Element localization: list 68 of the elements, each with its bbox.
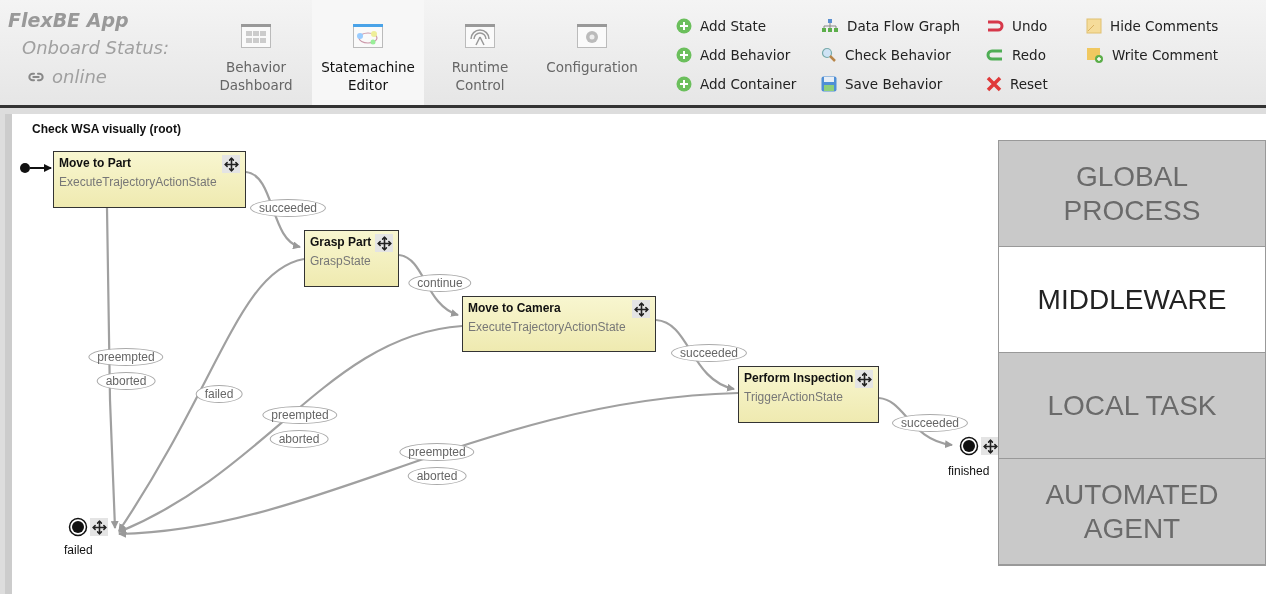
state-node[interactable]: Grasp Part GraspState — [304, 230, 399, 287]
state-class: ExecuteTrajectoryActionState — [59, 174, 218, 190]
toolbar-action[interactable]: Redo — [986, 45, 1086, 65]
transition-label[interactable]: preempted — [262, 406, 338, 424]
toolbar-action[interactable]: Undo — [986, 16, 1086, 36]
app-title: FlexBE App — [8, 8, 130, 32]
state-node[interactable]: Move to Part ExecuteTrajectoryActionState — [53, 151, 246, 208]
transition-label[interactable]: succeeded — [250, 199, 326, 217]
add-note-icon — [1086, 46, 1104, 64]
redo-icon — [986, 48, 1004, 62]
diagram-icon — [353, 24, 383, 48]
save-icon — [821, 76, 837, 92]
toolbar-action[interactable]: Add Behavior — [676, 45, 821, 65]
transition-label[interactable]: failed — [195, 385, 243, 403]
toolbar-action[interactable]: Reset — [986, 74, 1086, 94]
toolbar-action[interactable]: Hide Comments — [1086, 16, 1246, 36]
add-icon — [676, 47, 692, 63]
toolbar-action[interactable]: Add State — [676, 16, 821, 36]
toolbar-action[interactable]: Check Behavior — [821, 45, 986, 65]
nav-tab[interactable]: Configuration — [536, 0, 648, 105]
toolbar-action[interactable]: Add Container — [676, 74, 821, 94]
transition-label[interactable]: succeeded — [671, 344, 747, 362]
transition-label[interactable]: continue — [408, 274, 472, 292]
nav-tab[interactable]: Runtime Control — [424, 0, 536, 105]
note-icon — [1086, 18, 1102, 34]
nav-tab[interactable]: Statemachine Editor — [312, 0, 424, 105]
gear-icon — [577, 24, 607, 48]
state-class: ExecuteTrajectoryActionState — [468, 319, 627, 335]
state-class: GraspState — [310, 253, 372, 269]
search-icon — [821, 47, 837, 63]
transition-label[interactable]: aborted — [269, 430, 329, 448]
outcome-node[interactable] — [68, 517, 88, 537]
toolbar-action[interactable]: Save Behavior — [821, 74, 986, 94]
move-icon[interactable] — [90, 518, 108, 536]
transition-label[interactable]: preempted — [88, 348, 164, 366]
hierarchy-icon — [821, 18, 839, 34]
transition-label[interactable]: aborted — [96, 372, 156, 390]
undo-icon — [986, 19, 1004, 33]
antenna-icon — [465, 24, 495, 48]
outcome-label: finished — [948, 463, 990, 480]
outcome-label: failed — [64, 542, 93, 559]
move-icon[interactable] — [222, 155, 240, 173]
add-icon — [676, 18, 692, 34]
transition-label[interactable]: succeeded — [892, 414, 968, 432]
grid-icon — [241, 24, 271, 48]
canvas-title: Check WSA visually (root) — [32, 121, 181, 138]
state-node[interactable]: Move to Camera ExecuteTrajectoryActionState — [462, 296, 656, 352]
move-icon[interactable] — [632, 300, 650, 318]
state-name: Move to Part — [59, 155, 131, 171]
state-class: TriggerActionState — [744, 389, 844, 405]
state-name: Move to Camera — [468, 300, 561, 316]
status-label: Onboard Status: — [21, 36, 170, 60]
move-icon[interactable] — [375, 234, 393, 252]
nav-tab[interactable]: Behavior Dashboard — [200, 0, 312, 105]
initial-arrow — [20, 163, 52, 173]
state-name: Perform Inspection — [744, 370, 854, 386]
state-node[interactable]: Perform Inspection TriggerActionState — [738, 366, 879, 423]
outcome-node[interactable] — [959, 436, 979, 456]
transition-label[interactable]: preempted — [399, 443, 475, 461]
transition-label[interactable]: aborted — [407, 467, 467, 485]
status-value: online — [52, 65, 107, 89]
state-name: Grasp Part — [310, 234, 372, 250]
close-icon — [986, 76, 1002, 92]
move-icon[interactable] — [855, 370, 873, 388]
toolbar-action[interactable]: Write Comment — [1086, 45, 1246, 65]
toolbar-action[interactable]: Data Flow Graph — [821, 16, 986, 36]
move-icon[interactable] — [981, 437, 999, 455]
add-icon — [676, 76, 692, 92]
